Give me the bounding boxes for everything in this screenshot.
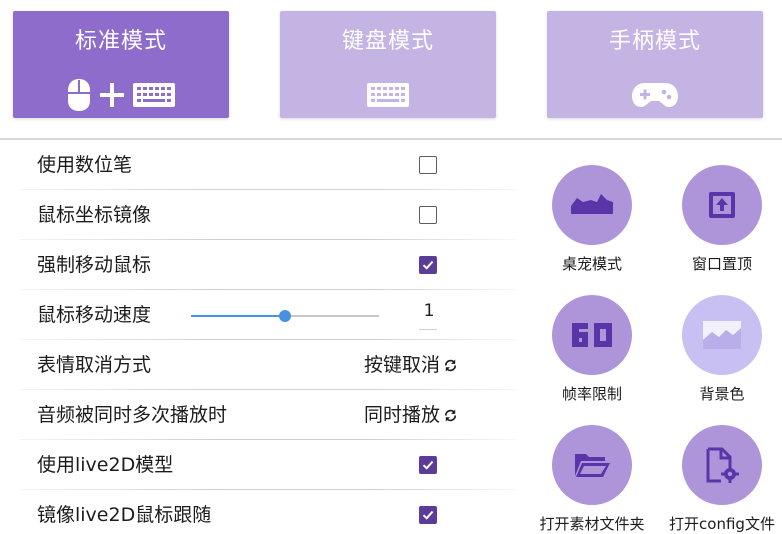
fps-60-icon [572,323,612,347]
mode-keyboard-button[interactable]: 键盘模式 [280,11,496,118]
background-color-button[interactable]: 背景色 [657,295,782,404]
mouse-speed-value[interactable]: 1 [418,301,440,321]
pin-top-icon [709,192,735,218]
setting-mirror-mouse: 鼠标坐标镜像 [20,190,516,240]
mouse-speed-slider[interactable] [191,310,379,322]
mode-standard-label: 标准模式 [74,29,167,54]
background-color-icon [703,321,741,349]
setting-label: 强制移动鼠标 [37,254,152,276]
gamepad-icon [631,80,679,114]
setting-mirror-live2d: 镜像live2D鼠标跟随 [20,490,516,534]
setting-label: 使用live2D模型 [37,454,174,476]
setting-label: 使用数位笔 [37,154,133,176]
action-label: 窗口置顶 [691,255,752,273]
config-file-icon [706,447,739,483]
setting-label: 音频被同时多次播放时 [37,404,228,426]
setting-mouse-speed: 鼠标移动速度 1 [20,290,516,340]
setting-use-pen: 使用数位笔 [20,140,516,190]
audio-overlap-toggle[interactable]: 同时播放 [364,390,458,440]
keyboard-icon [366,82,410,112]
mode-keyboard-label: 键盘模式 [341,29,434,54]
setting-audio-overlap: 音频被同时多次播放时 同时播放 [20,390,516,440]
open-config-file-button[interactable]: 打开config文件 [657,425,782,534]
action-label: 打开config文件 [669,515,775,533]
emotion-cancel-value: 按键取消 [363,354,440,376]
fps-limit-button[interactable]: 帧率限制 [527,295,657,404]
mode-standard-button[interactable]: 标准模式 [13,11,229,118]
keyboard-icon [132,82,176,112]
setting-emotion-cancel: 表情取消方式 按键取消 [20,340,516,390]
setting-label: 镜像live2D鼠标跟随 [37,504,212,526]
value-underline [419,329,437,330]
setting-label: 表情取消方式 [37,354,152,376]
check-icon [422,460,434,470]
emotion-cancel-toggle[interactable]: 按键取消 [364,340,458,390]
action-label: 桌宠模式 [561,255,622,273]
open-assets-folder-button[interactable]: 打开素材文件夹 [527,425,657,534]
mode-gamepad-label: 手柄模式 [608,29,701,54]
slider-thumb[interactable] [279,310,291,322]
setting-label: 鼠标移动速度 [37,304,152,326]
setting-use-live2d: 使用live2D模型 [20,440,516,490]
check-icon [422,510,434,520]
action-label: 背景色 [699,385,745,403]
refresh-icon [444,359,457,371]
mirror-mouse-checkbox[interactable] [419,206,437,224]
folder-open-icon [575,454,610,477]
action-label: 打开素材文件夹 [539,515,645,533]
refresh-icon [444,409,457,421]
plus-icon [98,81,126,113]
slider-fill [191,315,285,317]
mirror-live2d-checkbox[interactable] [419,506,437,524]
mouse-icon [66,77,92,117]
desktop-pet-button[interactable]: 桌宠模式 [527,165,657,274]
setting-label: 鼠标坐标镜像 [37,204,152,226]
check-icon [422,260,434,270]
pin-top-button[interactable]: 窗口置顶 [657,165,782,274]
use-pen-checkbox[interactable] [419,156,437,174]
force-move-checkbox[interactable] [419,256,437,274]
setting-force-move: 强制移动鼠标 [20,240,516,290]
audio-overlap-value: 同时播放 [363,404,440,426]
action-label: 帧率限制 [561,385,622,403]
mode-gamepad-button[interactable]: 手柄模式 [547,11,763,118]
use-live2d-checkbox[interactable] [419,456,437,474]
desktop-pet-icon [571,194,613,214]
